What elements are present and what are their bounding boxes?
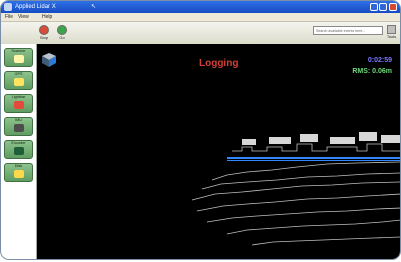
elapsed-time: 0:02:59 bbox=[367, 57, 392, 64]
scanner-icon bbox=[13, 55, 24, 63]
sidebar-item-label: Scanner bbox=[11, 49, 26, 53]
sidebar-item-lightbar[interactable]: Lightbar bbox=[4, 94, 33, 113]
play-icon bbox=[57, 25, 67, 35]
logging-status: Logging bbox=[199, 58, 239, 69]
wrench-icon bbox=[387, 25, 396, 34]
menu-bar: File View Help bbox=[1, 13, 400, 22]
point-cloud-viewport[interactable]: Logging 0:02:59 RMS: 0.06m bbox=[37, 44, 400, 259]
sidebar: Scanner GPS Lightbar IMU Encoder Disk bbox=[1, 44, 37, 259]
sidebar-item-label: Lightbar bbox=[11, 95, 26, 99]
minimize-button[interactable] bbox=[370, 3, 378, 11]
sidebar-item-label: Disk bbox=[14, 164, 23, 168]
disk-icon bbox=[13, 170, 24, 178]
encoder-icon bbox=[13, 147, 24, 155]
lightbar-icon bbox=[13, 101, 24, 109]
stop-label: Stop bbox=[39, 35, 49, 40]
sidebar-item-scanner[interactable]: Scanner bbox=[4, 48, 33, 67]
go-label: Go bbox=[59, 35, 65, 40]
app-icon bbox=[4, 3, 12, 11]
menu-view[interactable]: View bbox=[18, 13, 29, 21]
sidebar-item-label: IMU bbox=[15, 118, 22, 122]
toolbar: Stop Go Search available events here... … bbox=[1, 22, 400, 45]
sidebar-item-imu[interactable]: IMU bbox=[4, 117, 33, 136]
sidebar-item-label: Encoder bbox=[11, 141, 26, 145]
sidebar-item-gps[interactable]: GPS bbox=[4, 71, 33, 90]
window-title: Applied Lidar X bbox=[15, 4, 56, 10]
point-cloud-render bbox=[191, 132, 400, 246]
sidebar-item-disk[interactable]: Disk bbox=[4, 163, 33, 182]
menu-help[interactable]: Help bbox=[42, 13, 52, 21]
title-bar: Applied Lidar X ↖ bbox=[1, 1, 400, 13]
menu-file[interactable]: File bbox=[5, 13, 13, 21]
stop-icon bbox=[39, 25, 49, 35]
maximize-button[interactable] bbox=[379, 3, 387, 11]
close-button[interactable] bbox=[389, 3, 397, 11]
gps-icon bbox=[13, 78, 24, 86]
search-input[interactable]: Search available events here... bbox=[313, 26, 383, 35]
sidebar-item-encoder[interactable]: Encoder bbox=[4, 140, 33, 159]
sidebar-item-label: GPS bbox=[14, 72, 23, 76]
go-button[interactable]: Go bbox=[54, 25, 70, 41]
cursor-icon: ↖ bbox=[91, 4, 97, 10]
imu-icon bbox=[13, 124, 24, 132]
tools-button[interactable]: Tools bbox=[386, 25, 397, 40]
tools-label: Tools bbox=[386, 34, 397, 39]
app-window: Applied Lidar X ↖ File View Help Stop Go… bbox=[0, 0, 401, 260]
orientation-cube-icon[interactable] bbox=[41, 52, 57, 68]
rms-value: RMS: 0.06m bbox=[352, 68, 392, 75]
stop-button[interactable]: Stop bbox=[36, 25, 52, 41]
